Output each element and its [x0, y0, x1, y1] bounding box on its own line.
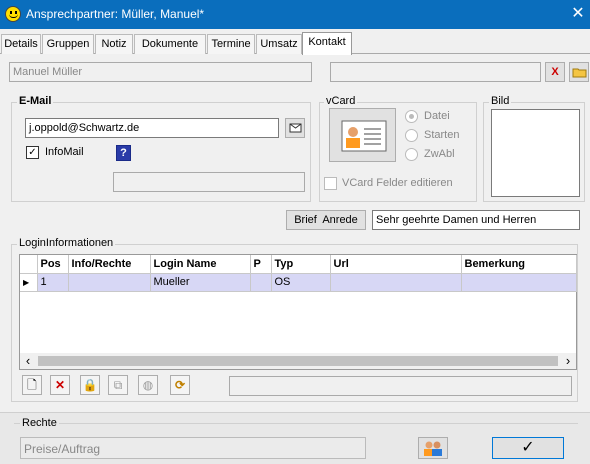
copy-icon[interactable]: ⧉: [108, 375, 128, 395]
cell-p[interactable]: [250, 273, 272, 292]
email-group-label: E-Mail: [17, 95, 54, 107]
window-title: Ansprechpartner: Müller, Manuel*: [26, 7, 205, 21]
email-input[interactable]: j.oppold@Schwartz.de: [25, 118, 279, 138]
anrede-value: Sehr geehrte Damen und Herren: [376, 214, 537, 226]
vcard-edit-label: VCard Felder editieren: [342, 177, 453, 189]
cell-pos[interactable]: 1: [37, 273, 69, 292]
col-info-rechte[interactable]: Info/Rechte: [68, 255, 151, 274]
tab-notiz[interactable]: Notiz: [95, 34, 133, 54]
scroll-right-icon[interactable]: ›: [562, 353, 574, 369]
users-icon[interactable]: [418, 437, 448, 459]
table-row[interactable]: ▶ 1 Mueller OS: [20, 273, 577, 292]
radio-starten-label: Starten: [424, 129, 460, 141]
horizontal-scrollbar[interactable]: ‹ ›: [20, 353, 576, 369]
rechte-value: Preise/Auftrag: [24, 442, 101, 456]
tab-details[interactable]: Details: [1, 34, 41, 54]
tab-bar: Details Gruppen Notiz Dokumente Termine …: [0, 32, 590, 55]
col-typ[interactable]: Typ: [271, 255, 331, 274]
login-table: Pos Info/Rechte Login Name P Typ Url Bem…: [20, 255, 577, 292]
scrollbar-thumb[interactable]: [38, 356, 558, 366]
close-icon[interactable]: ✕: [568, 4, 588, 24]
cell-info-rechte[interactable]: [68, 273, 151, 292]
vcard-edit-checkbox[interactable]: [324, 177, 337, 190]
tab-kontakt[interactable]: Kontakt: [302, 32, 352, 55]
bild-group-label: Bild: [489, 95, 512, 107]
globe-icon[interactable]: ◍: [138, 375, 158, 395]
radio-starten[interactable]: [405, 129, 418, 142]
col-login-name[interactable]: Login Name: [150, 255, 251, 274]
infomail-field: [113, 172, 305, 192]
col-p[interactable]: P: [250, 255, 272, 274]
infomail-label: InfoMail: [45, 146, 84, 158]
email-send-icon[interactable]: [285, 118, 305, 138]
cell-url[interactable]: [330, 273, 462, 292]
bild-picture-box[interactable]: [491, 109, 580, 197]
title-bar: Ansprechpartner: Müller, Manuel* ✕: [0, 0, 590, 29]
row-header-corner: [20, 255, 38, 274]
delete-icon[interactable]: ✕: [50, 375, 70, 395]
email-address: j.oppold@Schwartz.de: [29, 122, 140, 134]
brief-anrede-button[interactable]: Brief Anrede: [286, 210, 366, 230]
smiley-app-icon: [5, 6, 21, 22]
scroll-left-icon[interactable]: ‹: [22, 353, 34, 369]
infomail-checkbox[interactable]: ✓: [26, 146, 39, 159]
refresh-icon[interactable]: ⟳: [170, 375, 190, 395]
rechte-field[interactable]: Preise/Auftrag: [20, 437, 366, 459]
anrede-input[interactable]: Sehr geehrte Damen und Herren: [372, 210, 580, 230]
file-path-field[interactable]: [330, 62, 541, 82]
lock-icon[interactable]: 🔒: [80, 375, 100, 395]
rechte-divider: [14, 423, 578, 424]
contact-name: Manuel Müller: [13, 66, 83, 78]
tab-umsatz[interactable]: Umsatz: [256, 34, 302, 54]
help-icon[interactable]: ?: [116, 145, 131, 161]
new-document-icon[interactable]: 🗋: [22, 375, 42, 395]
vcard-icon[interactable]: [329, 108, 396, 162]
delete-file-icon[interactable]: X: [545, 62, 565, 82]
radio-zwabl-label: ZwAbl: [424, 148, 455, 160]
vcard-group-label: vCard: [324, 95, 358, 107]
rechte-label: Rechte: [20, 417, 59, 429]
col-url[interactable]: Url: [330, 255, 462, 274]
ok-button[interactable]: ✓: [492, 437, 564, 459]
login-detail-field: [229, 376, 572, 396]
radio-zwabl[interactable]: [405, 148, 418, 161]
table-header-row: Pos Info/Rechte Login Name P Typ Url Bem…: [20, 255, 577, 274]
col-bemerkung[interactable]: Bemerkung: [461, 255, 577, 274]
folder-open-icon[interactable]: [569, 62, 589, 82]
login-group-label: LoginInformationen: [17, 237, 116, 249]
col-pos[interactable]: Pos: [37, 255, 69, 274]
radio-datei[interactable]: [405, 110, 418, 123]
tab-gruppen[interactable]: Gruppen: [42, 34, 94, 54]
cell-login-name[interactable]: Mueller: [150, 273, 251, 292]
radio-datei-label: Datei: [424, 110, 450, 122]
cell-bemerkung[interactable]: [461, 273, 577, 292]
contact-name-field: Manuel Müller: [9, 62, 312, 82]
cell-typ[interactable]: OS: [271, 273, 331, 292]
row-current-marker-icon: ▶: [20, 273, 38, 292]
tab-termine[interactable]: Termine: [207, 34, 255, 54]
tab-dokumente[interactable]: Dokumente: [134, 34, 206, 54]
